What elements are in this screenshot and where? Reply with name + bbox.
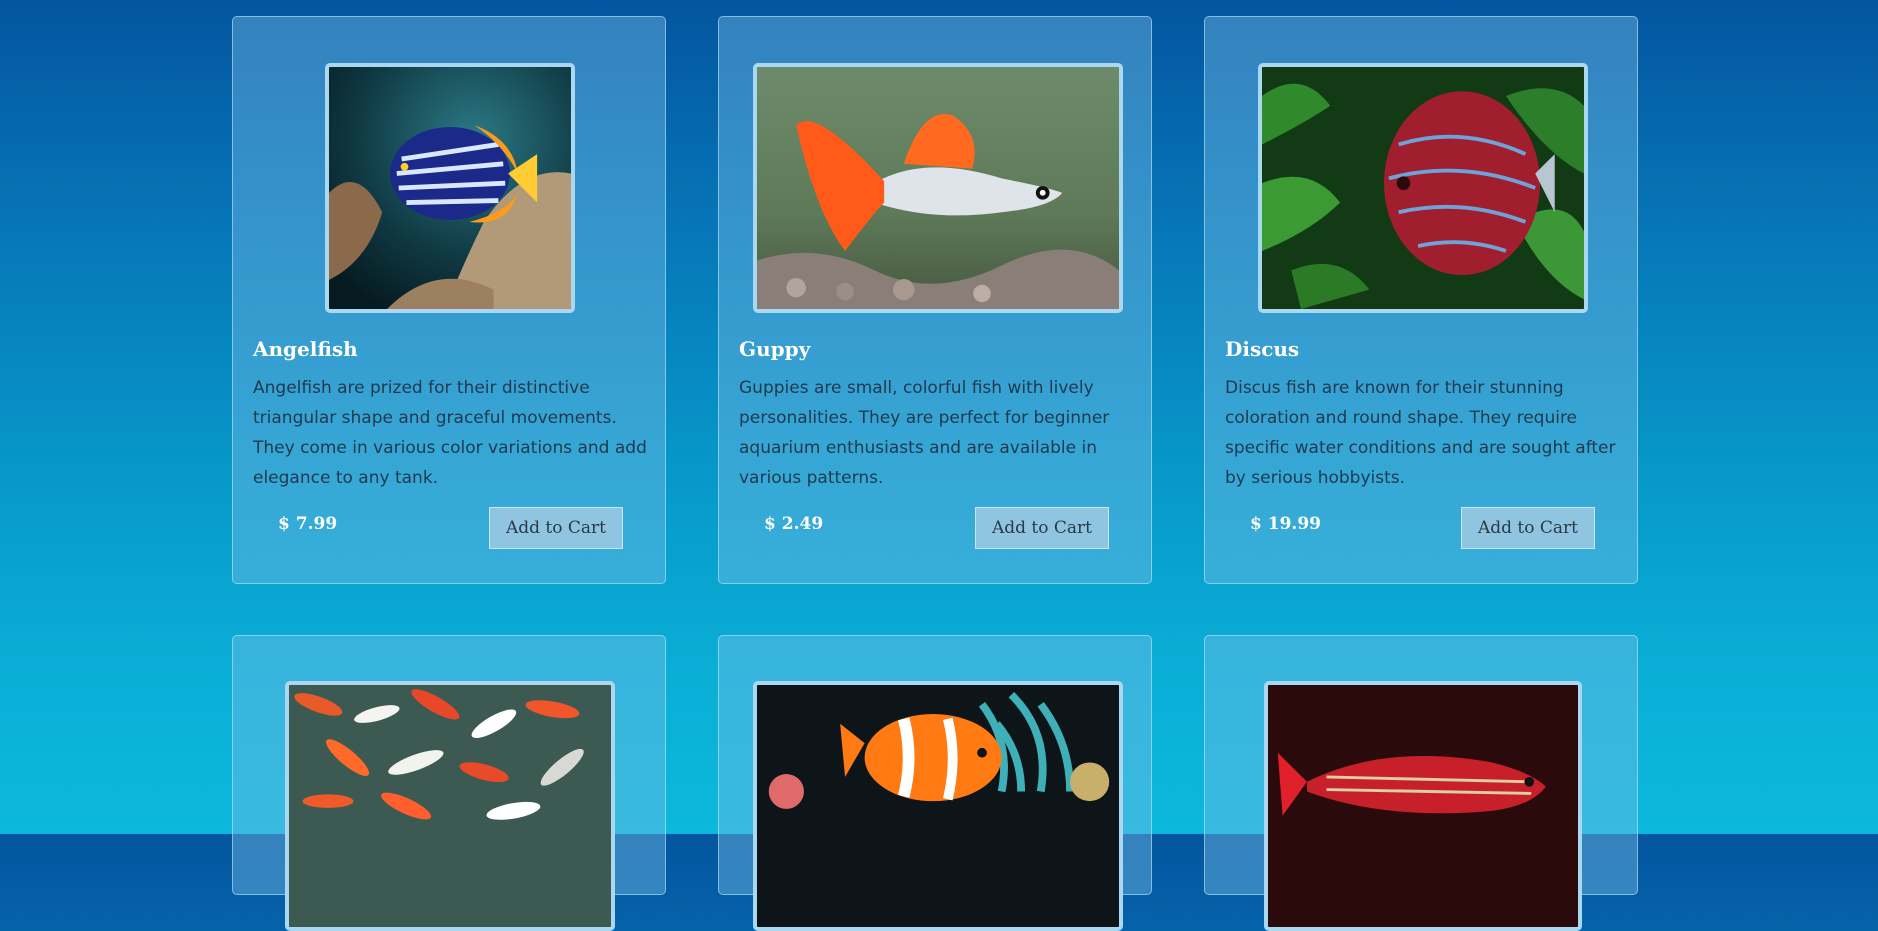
product-description: Angelfish are prized for their distincti… <box>253 378 647 488</box>
add-to-cart-button[interactable]: Add to Cart <box>975 507 1109 549</box>
product-name: Discus <box>1225 337 1300 361</box>
product-name: Guppy <box>739 337 811 361</box>
product-card-rainbowfish <box>1204 635 1638 931</box>
koi-photo <box>285 681 615 931</box>
product-name: Angelfish <box>253 337 358 361</box>
product-card-angelfish: Angelfish Angelfish are prized for their… <box>232 16 666 584</box>
product-price: $ 19.99 <box>1250 514 1321 534</box>
product-price: $ 7.99 <box>278 514 338 534</box>
discus-photo <box>1258 63 1588 313</box>
product-card-guppy: Guppy Guppies are small, colorful fish w… <box>718 16 1152 584</box>
add-to-cart-button[interactable]: Add to Cart <box>1461 507 1595 549</box>
clownfish-photo <box>753 681 1123 931</box>
product-description: Discus fish are known for their stunning… <box>1225 378 1616 488</box>
rainbowfish-photo <box>1264 681 1582 931</box>
angelfish-photo <box>325 63 575 313</box>
product-card-clownfish <box>718 635 1152 931</box>
product-card-koi <box>232 635 666 931</box>
add-to-cart-button[interactable]: Add to Cart <box>489 507 623 549</box>
product-price: $ 2.49 <box>764 514 824 534</box>
product-card-discus: Discus Discus fish are known for their s… <box>1204 16 1638 584</box>
guppy-photo <box>753 63 1123 313</box>
product-description: Guppies are small, colorful fish with li… <box>739 378 1110 488</box>
